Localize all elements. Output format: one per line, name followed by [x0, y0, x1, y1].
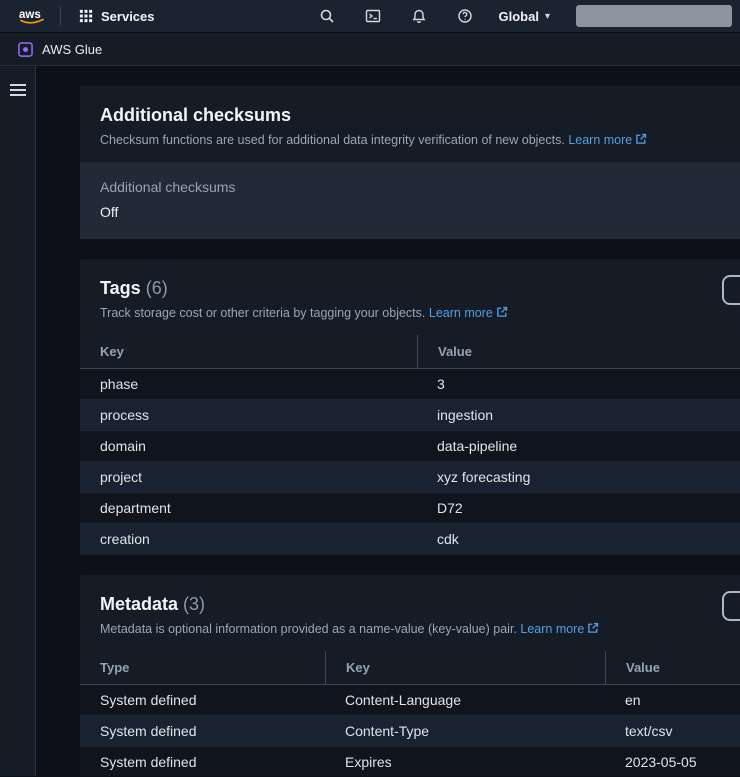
checksums-card: Additional checksums Checksum functions …	[80, 86, 740, 239]
table-row: phase 3	[80, 369, 740, 400]
tag-value: xyz forecasting	[417, 462, 740, 492]
aws-logo[interactable]: aws	[18, 7, 48, 26]
external-link-icon	[587, 622, 599, 634]
services-menu-button[interactable]: Services	[73, 5, 161, 28]
sidebar	[0, 66, 36, 776]
metadata-value: en	[605, 685, 740, 715]
metadata-type: System defined	[80, 685, 325, 715]
sidebar-toggle-button[interactable]	[5, 79, 31, 101]
checksums-card-title: Additional checksums	[100, 104, 740, 126]
table-row: project xyz forecasting	[80, 462, 740, 493]
services-grid-icon	[79, 9, 93, 23]
tag-key: phase	[80, 369, 417, 399]
tag-value: data-pipeline	[417, 431, 740, 461]
top-navigation-bar: aws Services	[0, 0, 740, 33]
services-label: Services	[101, 9, 155, 24]
region-label: Global	[499, 9, 539, 24]
metadata-card-title: Metadata (3)	[100, 593, 740, 615]
tag-key: department	[80, 493, 417, 523]
tag-value: D72	[417, 493, 740, 523]
tags-card: Tags (6) Track storage cost or other cri…	[80, 259, 740, 555]
app-bar: AWS Glue	[0, 33, 740, 66]
cloudshell-terminal-icon	[365, 8, 381, 24]
checksums-field-label: Additional checksums	[100, 178, 740, 196]
metadata-card: Metadata (3) Metadata is optional inform…	[80, 575, 740, 776]
tag-value: ingestion	[417, 400, 740, 430]
table-row: department D72	[80, 493, 740, 524]
checksums-field-value: Off	[100, 203, 740, 221]
metadata-type: System defined	[80, 747, 325, 776]
table-row: domain data-pipeline	[80, 431, 740, 462]
metadata-column-type: Type	[80, 651, 325, 684]
metadata-action-button[interactable]	[722, 591, 740, 621]
cloudshell-button[interactable]	[357, 4, 389, 28]
metadata-table-header: Type Key Value	[80, 651, 740, 685]
help-button[interactable]	[449, 4, 481, 28]
nav-divider	[60, 7, 61, 25]
metadata-table: Type Key Value System defined Content-La…	[80, 651, 740, 776]
tag-key: domain	[80, 431, 417, 461]
table-row: System defined Content-Type text/csv	[80, 716, 740, 747]
app-name[interactable]: AWS Glue	[42, 42, 102, 57]
metadata-key: Content-Type	[325, 716, 605, 746]
checksums-field: Additional checksums Off	[80, 162, 740, 239]
checksums-card-description: Checksum functions are used for addition…	[100, 132, 740, 148]
redacted-account-info	[576, 5, 732, 27]
tag-value: 3	[417, 369, 740, 399]
tags-learn-more-link[interactable]: Learn more	[429, 306, 508, 320]
table-row: System defined Expires 2023-05-05	[80, 747, 740, 776]
metadata-column-value: Value	[605, 651, 740, 684]
tag-value: cdk	[417, 524, 740, 554]
search-button[interactable]	[311, 4, 343, 28]
table-row: process ingestion	[80, 400, 740, 431]
tag-key: creation	[80, 524, 417, 554]
metadata-card-description: Metadata is optional information provide…	[100, 621, 740, 637]
chevron-down-icon: ▾	[545, 11, 550, 22]
tags-card-description: Track storage cost or other criteria by …	[100, 305, 740, 321]
region-selector[interactable]: Global ▾	[495, 5, 554, 28]
metadata-learn-more-link[interactable]: Learn more	[520, 622, 599, 636]
tags-card-title: Tags (6)	[100, 277, 740, 299]
aws-glue-icon	[18, 42, 33, 57]
notifications-bell-icon	[411, 8, 427, 24]
help-icon	[457, 8, 473, 24]
tags-column-value: Value	[417, 335, 740, 368]
external-link-icon	[496, 306, 508, 318]
table-row: System defined Content-Language en	[80, 685, 740, 716]
tag-key: process	[80, 400, 417, 430]
tag-key: project	[80, 462, 417, 492]
metadata-key: Content-Language	[325, 685, 605, 715]
external-link-icon	[635, 133, 647, 145]
metadata-value: text/csv	[605, 716, 740, 746]
tags-column-key: Key	[80, 335, 417, 368]
table-row: creation cdk	[80, 524, 740, 555]
main-content: Additional checksums Checksum functions …	[36, 66, 740, 776]
metadata-key: Expires	[325, 747, 605, 776]
tags-table-header: Key Value	[80, 335, 740, 369]
hamburger-menu-icon	[9, 83, 27, 97]
metadata-value: 2023-05-05	[605, 747, 740, 776]
tags-count: (6)	[146, 278, 168, 298]
notifications-button[interactable]	[403, 4, 435, 28]
metadata-column-key: Key	[325, 651, 605, 684]
tags-action-button[interactable]	[722, 275, 740, 305]
search-icon	[319, 8, 335, 24]
aws-console-window: aws Services	[0, 0, 740, 777]
tags-table: Key Value phase 3 process ingestion	[80, 335, 740, 555]
metadata-type: System defined	[80, 716, 325, 746]
svg-text:aws: aws	[19, 9, 41, 21]
checksums-learn-more-link[interactable]: Learn more	[568, 133, 647, 147]
metadata-count: (3)	[183, 594, 205, 614]
